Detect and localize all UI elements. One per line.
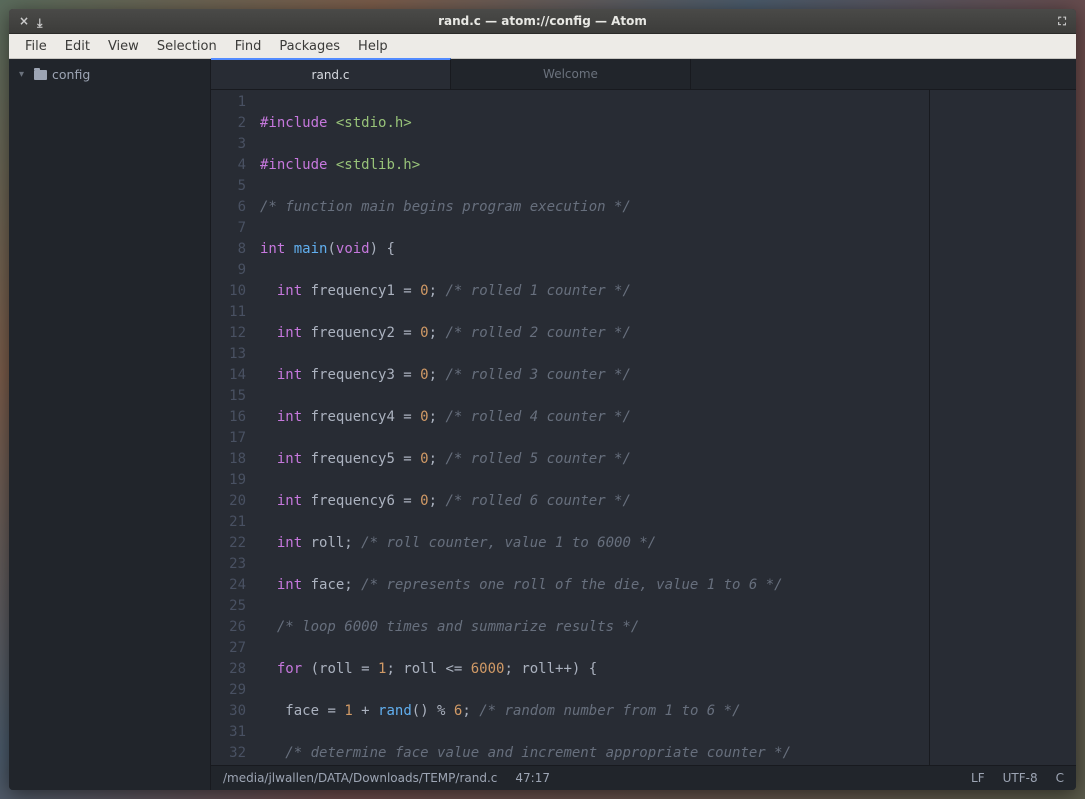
line-number: 27: [211, 638, 246, 659]
line-number: 25: [211, 596, 246, 617]
line-number: 15: [211, 386, 246, 407]
code-line: int frequency3 = 0; /* rolled 3 counter …: [260, 365, 929, 386]
close-icon[interactable]: ×: [19, 15, 29, 27]
code-line: int roll; /* roll counter, value 1 to 60…: [260, 533, 929, 554]
line-number: 32: [211, 743, 246, 764]
gutter: 1 2 3 4 5 6 7 8 9 10 11 12 13 14 15 16 1: [211, 90, 254, 765]
menu-file[interactable]: File: [17, 36, 55, 57]
code-line: /* determine face value and increment ap…: [260, 743, 929, 764]
line-number: 17: [211, 428, 246, 449]
tree-root-label: config: [52, 67, 90, 82]
editor-column: rand.c Welcome 1 2 3 4 5 6 7 8 9: [211, 59, 1076, 790]
line-number: 11: [211, 302, 246, 323]
minimize-icon[interactable]: ⤓: [37, 17, 42, 29]
menubar: File Edit View Selection Find Packages H…: [9, 34, 1076, 59]
code-line: #include <stdio.h>: [260, 113, 929, 134]
status-path[interactable]: /media/jlwallen/DATA/Downloads/TEMP/rand…: [223, 771, 497, 785]
line-number: 21: [211, 512, 246, 533]
line-number: 23: [211, 554, 246, 575]
menu-edit[interactable]: Edit: [57, 36, 98, 57]
status-bar: /media/jlwallen/DATA/Downloads/TEMP/rand…: [211, 765, 1076, 790]
line-number: 3: [211, 134, 246, 155]
status-eol[interactable]: LF: [971, 771, 985, 785]
code-line: int frequency2 = 0; /* rolled 2 counter …: [260, 323, 929, 344]
chevron-down-icon: ▾: [19, 69, 29, 80]
code-line: int frequency6 = 0; /* rolled 6 counter …: [260, 491, 929, 512]
line-number: 20: [211, 491, 246, 512]
code-line: int face; /* represents one roll of the …: [260, 575, 929, 596]
tab-label: Welcome: [543, 67, 598, 81]
tab-label: rand.c: [312, 68, 350, 82]
line-number: 12: [211, 323, 246, 344]
menu-selection[interactable]: Selection: [149, 36, 225, 57]
status-encoding[interactable]: UTF-8: [1003, 771, 1038, 785]
line-number: 6: [211, 197, 246, 218]
code-line: #include <stdlib.h>: [260, 155, 929, 176]
line-number: 5: [211, 176, 246, 197]
line-number: 30: [211, 701, 246, 722]
line-number: 26: [211, 617, 246, 638]
window-title: rand.c — atom://config — Atom: [9, 14, 1076, 28]
treeview[interactable]: ▾ config: [9, 59, 211, 790]
code-line: /* loop 6000 times and summarize results…: [260, 617, 929, 638]
menu-view[interactable]: View: [100, 36, 147, 57]
editor[interactable]: 1 2 3 4 5 6 7 8 9 10 11 12 13 14 15 16 1: [211, 90, 1076, 765]
tab-welcome[interactable]: Welcome: [451, 59, 691, 89]
code-area[interactable]: #include <stdio.h> #include <stdlib.h> /…: [254, 90, 929, 765]
line-number: 1: [211, 92, 246, 113]
titlebar: × ⤓ rand.c — atom://config — Atom ⛶: [9, 9, 1076, 34]
code-line: int main(void) {: [260, 239, 929, 260]
status-language[interactable]: C: [1056, 771, 1064, 785]
line-number: 16: [211, 407, 246, 428]
code-line: int frequency4 = 0; /* rolled 4 counter …: [260, 407, 929, 428]
code-line: /* function main begins program executio…: [260, 197, 929, 218]
line-number: 19: [211, 470, 246, 491]
line-number: 28: [211, 659, 246, 680]
line-number: 13: [211, 344, 246, 365]
minimap[interactable]: [929, 90, 1076, 765]
tab-bar: rand.c Welcome: [211, 59, 1076, 90]
line-number: 14: [211, 365, 246, 386]
code-line: for (roll = 1; roll <= 6000; roll++) {: [260, 659, 929, 680]
line-number: 4: [211, 155, 246, 176]
line-number: 18: [211, 449, 246, 470]
line-number: 31: [211, 722, 246, 743]
line-number: 9: [211, 260, 246, 281]
maximize-icon[interactable]: ⛶: [1058, 15, 1066, 28]
line-number: 7: [211, 218, 246, 239]
menu-find[interactable]: Find: [227, 36, 270, 57]
tab-randc[interactable]: rand.c: [211, 58, 451, 89]
code-line: face = 1 + rand() % 6; /* random number …: [260, 701, 929, 722]
line-number: 10: [211, 281, 246, 302]
line-number: 22: [211, 533, 246, 554]
code-line: int frequency1 = 0; /* rolled 1 counter …: [260, 281, 929, 302]
app-window: × ⤓ rand.c — atom://config — Atom ⛶ File…: [9, 9, 1076, 790]
line-number: 29: [211, 680, 246, 701]
menu-packages[interactable]: Packages: [271, 36, 348, 57]
status-cursor[interactable]: 47:17: [515, 771, 550, 785]
folder-icon: [34, 70, 47, 80]
line-number: 2: [211, 113, 246, 134]
code-line: int frequency5 = 0; /* rolled 5 counter …: [260, 449, 929, 470]
workspace: ▾ config rand.c Welcome 1 2 3: [9, 59, 1076, 790]
menu-help[interactable]: Help: [350, 36, 396, 57]
line-number: 8: [211, 239, 246, 260]
line-number: 24: [211, 575, 246, 596]
tree-root[interactable]: ▾ config: [9, 65, 210, 84]
